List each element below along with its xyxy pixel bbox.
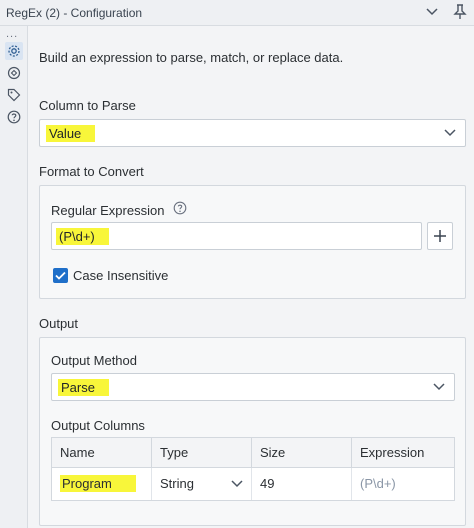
pin-icon[interactable] xyxy=(452,4,468,20)
column-header-name[interactable]: Name xyxy=(52,438,152,468)
plus-icon xyxy=(434,230,446,242)
output-columns-label: Output Columns xyxy=(51,418,145,433)
case-insensitive-checkbox[interactable] xyxy=(53,268,68,283)
output-columns-table: Name Type Size Expression Program String… xyxy=(51,437,455,501)
column-to-parse-value: Value xyxy=(46,125,96,142)
layout-icon[interactable] xyxy=(5,64,23,82)
column-to-parse-select[interactable]: Value xyxy=(39,119,466,147)
row-expression-value: (P\d+) xyxy=(360,476,396,491)
tool-description: Build an expression to parse, match, or … xyxy=(39,50,344,65)
table-row[interactable]: Program String 49 (P\d+) xyxy=(52,468,454,500)
output-method-value: Parse xyxy=(58,379,109,396)
configuration-panel: Build an expression to parse, match, or … xyxy=(28,26,474,528)
regex-label: Regular Expression xyxy=(51,203,165,218)
row-expression-cell: (P\d+) xyxy=(352,468,454,500)
more-dots[interactable]: ... xyxy=(6,28,18,40)
output-method-label: Output Method xyxy=(51,353,137,368)
table-header: Name Type Size Expression xyxy=(52,438,454,468)
column-header-type[interactable]: Type xyxy=(152,438,252,468)
row-name-cell[interactable]: Program xyxy=(52,468,152,500)
check-icon xyxy=(55,271,66,280)
chevron-down-icon xyxy=(231,480,243,488)
row-type-select[interactable]: String xyxy=(152,468,252,500)
output-panel: Output Method Parse Output Columns Name … xyxy=(39,337,466,526)
row-type-value: String xyxy=(160,476,194,491)
help-icon[interactable] xyxy=(173,201,187,215)
column-header-expression[interactable]: Expression xyxy=(352,438,454,468)
regex-value: (P\d+) xyxy=(56,228,109,245)
question-icon[interactable] xyxy=(5,108,23,126)
chevron-down-icon xyxy=(444,129,456,137)
row-name-value: Program xyxy=(60,475,136,492)
case-insensitive-label: Case Insensitive xyxy=(73,268,169,283)
output-label: Output xyxy=(39,316,79,331)
row-size-cell[interactable]: 49 xyxy=(252,468,352,500)
row-size-value: 49 xyxy=(260,476,275,491)
window-title: RegEx (2) - Configuration xyxy=(6,5,143,20)
format-to-convert-panel: Regular Expression (P\d+) Case Insensiti… xyxy=(39,185,466,299)
tag-icon[interactable] xyxy=(5,86,23,104)
format-to-convert-label: Format to Convert xyxy=(39,164,144,179)
column-to-parse-label: Column to Parse xyxy=(39,98,136,113)
title-bar: RegEx (2) - Configuration xyxy=(0,0,474,26)
side-toolbar: ... xyxy=(0,26,28,528)
regex-input[interactable]: (P\d+) xyxy=(51,222,422,250)
insert-token-button[interactable] xyxy=(427,222,453,250)
chevron-down-icon[interactable] xyxy=(424,4,440,20)
chevron-down-icon xyxy=(433,383,445,391)
output-method-select[interactable]: Parse xyxy=(51,373,455,401)
column-header-size[interactable]: Size xyxy=(252,438,352,468)
gear-icon[interactable] xyxy=(5,42,23,60)
